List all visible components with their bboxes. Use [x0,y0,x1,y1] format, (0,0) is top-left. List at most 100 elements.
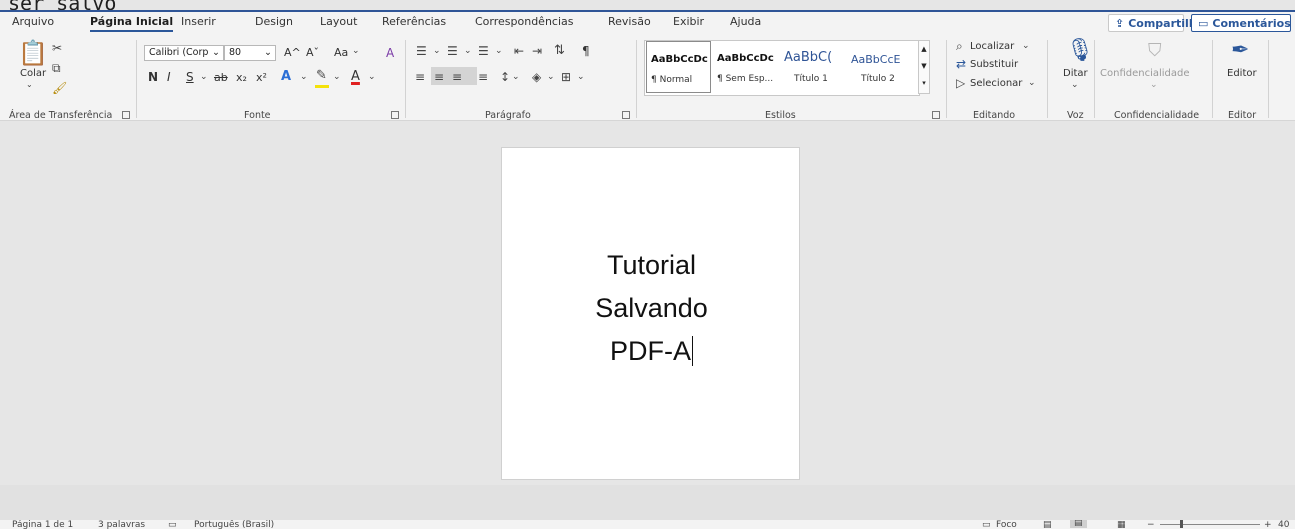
subscript-button[interactable]: x₂ [236,71,247,84]
web-layout-icon[interactable]: ▦ [1117,520,1126,529]
highlighter-icon[interactable]: ✎ [316,69,327,82]
find-button[interactable]: Localizar [970,41,1014,52]
language[interactable]: Português (Brasil) [194,520,274,529]
font-size-value: 80 [229,47,242,58]
show-formatting-button[interactable]: ¶ [582,44,590,58]
clipboard-launcher-icon[interactable] [122,111,130,119]
zoom-level[interactable]: 40 [1278,520,1289,529]
tab-referencias[interactable]: Referências [382,15,446,28]
divider [1268,40,1269,118]
word-count[interactable]: 3 palavras [98,520,145,529]
select-button[interactable]: Selecionar [970,78,1022,89]
style-no-spacing[interactable]: AaBbCcDc ¶ Sem Esp... [713,41,778,93]
replace-button[interactable]: Substituir [970,59,1018,70]
multilevel-list-icon[interactable]: ☰ [478,45,489,57]
tab-inserir[interactable]: Inserir [181,15,216,28]
tab-pagina-inicial[interactable]: Página Inicial [90,15,174,32]
chevron-down-icon: ⌄ [433,46,441,56]
borders-icon[interactable]: ⊞ [561,71,571,83]
text-effects-button[interactable]: A [281,69,291,84]
decrease-indent-icon[interactable]: ⇤ [514,45,524,57]
cut-icon[interactable]: ✂ [52,42,62,54]
sensitivity-button[interactable]: Confidencialidade [1100,68,1190,79]
tab-design[interactable]: Design [255,15,293,28]
style-heading-1[interactable]: AaBbC( Título 1 [780,41,845,93]
bold-button[interactable]: N [148,70,158,84]
chevron-up-icon[interactable]: ▲ [919,41,929,58]
chevron-down-icon: ⌄ [512,72,520,82]
ribbon-tabs: Arquivo Página Inicial Inserir Design La… [0,12,1295,36]
zoom-in-button[interactable]: + [1264,520,1272,529]
share-icon: ⇪ [1115,16,1125,30]
style-normal[interactable]: AaBbCcDc ¶ Normal [646,41,711,93]
proofing-icon[interactable]: ▭ [168,520,177,529]
increase-indent-icon[interactable]: ⇥ [532,45,542,57]
tab-correspondencias[interactable]: Correspondências [475,15,574,28]
style-sample: AaBbC( [784,50,833,65]
font-family-select[interactable]: Calibri (Corp ⌄ [144,45,224,61]
format-painter-icon[interactable]: 🖌 [52,82,67,94]
styles-launcher-icon[interactable] [932,111,940,119]
underline-button[interactable]: S [186,70,194,84]
paragraph-group-label: Parágrafo [485,110,531,121]
sort-icon[interactable]: ⇅ [554,44,565,57]
align-center-icon[interactable]: ≡ [434,71,444,83]
document-page[interactable]: Tutorial Salvando PDF-A [501,147,800,480]
grow-font-button[interactable]: A^ [284,46,301,59]
ribbon: 📋 Colar ⌄ ✂ ⧉ 🖌 Área de Transferência Ca… [0,36,1295,121]
tab-revisao[interactable]: Revisão [608,15,651,28]
tab-arquivo[interactable]: Arquivo [12,15,54,28]
italic-button[interactable]: I [167,70,171,84]
microphone-icon[interactable]: 🎙 [1066,40,1094,62]
change-case-button[interactable]: Aa [334,46,348,59]
font-launcher-icon[interactable] [391,111,399,119]
font-color-button[interactable]: A [351,69,360,84]
chevron-down-icon: ⌄ [200,72,208,82]
paste-icon: 📋 [18,39,48,67]
superscript-button[interactable]: x² [256,71,267,84]
chevron-down-icon: ⌄ [212,47,220,58]
style-sample: AaBbCcDc [651,54,708,65]
select-cursor-icon: ▷ [956,76,966,90]
shading-icon[interactable]: ◈ [532,71,541,83]
numbering-icon[interactable]: ☰ [447,45,458,57]
chevron-down-icon[interactable]: ▼ [919,58,929,75]
font-group-label: Fonte [244,110,271,121]
comments-button[interactable]: ▭ Comentários [1191,14,1291,32]
strikethrough-button[interactable]: ab [214,71,228,84]
tab-layout[interactable]: Layout [320,15,357,28]
style-name: ¶ Sem Esp... [717,74,774,84]
align-right-icon[interactable]: ≡ [452,71,462,83]
line-spacing-icon[interactable]: ↕ [500,71,510,83]
editor-pen-icon[interactable]: ✒ [1231,40,1249,62]
dictate-button[interactable]: Ditar [1063,68,1088,79]
divider [946,40,947,118]
focus-button[interactable]: Foco [996,520,1017,529]
zoom-out-button[interactable]: − [1147,520,1155,529]
share-button[interactable]: ⇪ Compartilhar [1108,14,1210,32]
bullets-icon[interactable]: ☰ [416,45,427,57]
page-count[interactable]: Página 1 de 1 [12,520,73,529]
font-size-select[interactable]: 80 ⌄ [224,45,276,61]
editor-button[interactable]: Editor [1227,68,1257,79]
chevron-down-icon: ⌄ [464,46,472,56]
align-left-icon[interactable]: ≡ [415,71,425,83]
style-heading-2[interactable]: AaBbCcE Título 2 [847,41,912,93]
tab-ajuda[interactable]: Ajuda [730,15,761,28]
print-layout-icon[interactable]: ▤ [1070,520,1087,528]
justify-icon[interactable]: ≡ [478,71,488,83]
paste-button[interactable]: Colar [20,68,46,79]
copy-icon[interactable]: ⧉ [52,62,61,74]
zoom-slider-thumb[interactable] [1180,520,1183,528]
tab-exibir[interactable]: Exibir [673,15,704,28]
more-styles-icon[interactable]: ▾ [919,75,929,92]
shrink-font-button[interactable]: Aˇ [306,46,319,59]
chevron-down-icon: ⌄ [26,80,33,89]
clear-formatting-button[interactable]: A [386,46,394,60]
read-mode-icon[interactable]: ▤ [1043,520,1052,529]
focus-icon[interactable]: ▭ [982,520,991,529]
paragraph-launcher-icon[interactable] [622,111,630,119]
styles-scroll[interactable]: ▲ ▼ ▾ [918,40,930,94]
editor-group-label: Editor [1228,110,1257,121]
zoom-slider[interactable] [1160,524,1260,525]
